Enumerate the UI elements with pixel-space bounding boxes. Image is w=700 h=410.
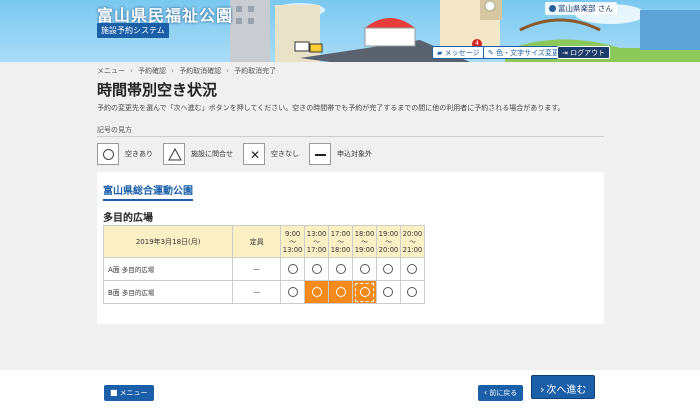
page-description: 予約の変更先を選んで「次へ進む」ボタンを押してください。空きの時間帯でも予約が完… <box>97 104 565 112</box>
slot-cell[interactable] <box>328 257 354 281</box>
slot-cell[interactable] <box>280 257 306 281</box>
slot-cell-selected[interactable] <box>328 280 354 304</box>
user-info: 富山県楽部 さん <box>545 2 617 15</box>
slot-cell[interactable] <box>352 257 377 281</box>
available-circle-icon <box>407 287 418 297</box>
facility-panel: 富山県総合運動公園 多目的広場 2019年3月18日(月) 定員 9:00 〜 13… <box>97 172 604 324</box>
home-icon: ■ <box>110 388 118 397</box>
slot-header: 9:00 〜 13:00 <box>280 225 306 258</box>
available-circle-icon <box>311 287 322 297</box>
available-circle-icon <box>335 264 346 274</box>
breadcrumb-item-menu[interactable]: メニュー <box>97 67 125 75</box>
chevron-right-icon: › <box>171 67 174 75</box>
slot-header: 13:00 〜 17:00 <box>304 225 330 258</box>
legend-inquire-symbol <box>163 143 185 165</box>
slot-cell[interactable] <box>304 257 330 281</box>
legend-inquire-label: 施設に問合せ <box>191 150 233 158</box>
date-header: 2019年3月18日(月) <box>102 225 234 258</box>
row-label: A面 多目的広場 <box>102 257 234 281</box>
slot-header: 18:00 〜 19:00 <box>352 225 377 258</box>
slot-cell-selected[interactable] <box>304 280 330 304</box>
legend-available-symbol <box>97 143 119 165</box>
logout-button[interactable]: ⇥ ログアウト <box>557 46 611 59</box>
circle-icon <box>103 149 114 160</box>
triangle-icon <box>168 148 182 161</box>
slot-cell[interactable] <box>399 280 426 304</box>
divider <box>97 136 604 137</box>
cross-icon: ✕ <box>249 148 261 162</box>
site-header: 富山県民福祉公園 施設予約システム 富山県楽部 さん 4 ▰ メッセージ ✎ 色… <box>0 0 700 62</box>
menu-button[interactable]: ■ メニュー <box>104 385 154 401</box>
next-button[interactable]: › 次へ進む <box>531 375 596 399</box>
available-circle-icon <box>383 264 394 274</box>
slot-cell[interactable] <box>375 257 401 281</box>
dash-icon <box>315 154 326 156</box>
user-name: 富山県楽部 さん <box>558 4 613 13</box>
page-title: 時間帯別空き状況 <box>97 81 218 99</box>
available-circle-icon <box>359 264 370 274</box>
brush-icon: ✎ <box>488 49 494 57</box>
capacity-cell: － <box>232 257 282 281</box>
legend-na-symbol <box>309 143 331 165</box>
text-size-button[interactable]: ✎ 色・文字サイズ変更 <box>483 46 564 59</box>
area-name: 多目的広場 <box>103 213 153 224</box>
legend-full-label: 空きなし <box>271 150 299 158</box>
slot-cell-selected-focus[interactable] <box>352 280 377 304</box>
legend-available-label: 空きあり <box>125 150 153 158</box>
legend-full-symbol: ✕ <box>243 143 265 165</box>
available-circle-icon <box>383 287 394 297</box>
availability-table: 2019年3月18日(月) 定員 9:00 〜 13:00 13:00 〜 17:00 … <box>102 225 426 304</box>
available-circle-icon <box>311 264 322 274</box>
logout-icon: ⇥ <box>562 49 568 57</box>
facility-name: 富山県総合運動公園 <box>103 182 193 201</box>
available-circle-icon <box>335 287 346 297</box>
chevron-right-icon: › <box>540 383 545 396</box>
slot-cell[interactable] <box>280 280 306 304</box>
breadcrumb-item-cancel-confirm[interactable]: 予約取消確認 <box>179 67 221 75</box>
slot-header: 17:00 〜 18:00 <box>328 225 354 258</box>
legend: 空きあり 施設に問合せ ✕ 空きなし 申込対象外 <box>97 143 382 165</box>
available-circle-icon <box>287 264 298 274</box>
table-row: B面 多目的広場 － <box>102 280 426 304</box>
breadcrumb: メニュー › 予約確認 › 予約取消確認 › 予約取消完了 <box>97 66 278 76</box>
available-circle-icon <box>287 287 298 297</box>
message-button[interactable]: ▰ メッセージ <box>432 46 485 59</box>
chevron-right-icon: › <box>130 67 133 75</box>
capacity-header: 定員 <box>232 225 282 258</box>
legend-title: 記号の見方 <box>97 126 132 134</box>
available-circle-icon <box>407 264 418 274</box>
chevron-left-icon: ‹ <box>484 388 488 397</box>
footer: ■ メニュー ‹ 前に戻る › 次へ進む <box>0 370 700 410</box>
back-button[interactable]: ‹ 前に戻る <box>478 385 524 401</box>
system-name: 施設予約システム <box>97 23 169 38</box>
slot-header: 19:00 〜 20:00 <box>375 225 401 258</box>
speech-bubble-icon: ▰ <box>437 49 443 57</box>
breadcrumb-item-cancel-done: 予約取消完了 <box>234 67 277 75</box>
available-circle-icon <box>359 287 370 297</box>
chevron-right-icon: › <box>226 67 229 75</box>
capacity-cell: － <box>232 280 282 304</box>
table-row: A面 多目的広場 － <box>102 257 426 281</box>
slot-cell[interactable] <box>399 257 426 281</box>
slot-header: 20:00 〜 21:00 <box>399 225 426 258</box>
slot-cell[interactable] <box>375 280 401 304</box>
user-icon <box>549 5 556 12</box>
breadcrumb-item-confirm[interactable]: 予約確認 <box>138 67 166 75</box>
legend-na-label: 申込対象外 <box>337 150 372 158</box>
row-label: B面 多目的広場 <box>102 280 234 304</box>
